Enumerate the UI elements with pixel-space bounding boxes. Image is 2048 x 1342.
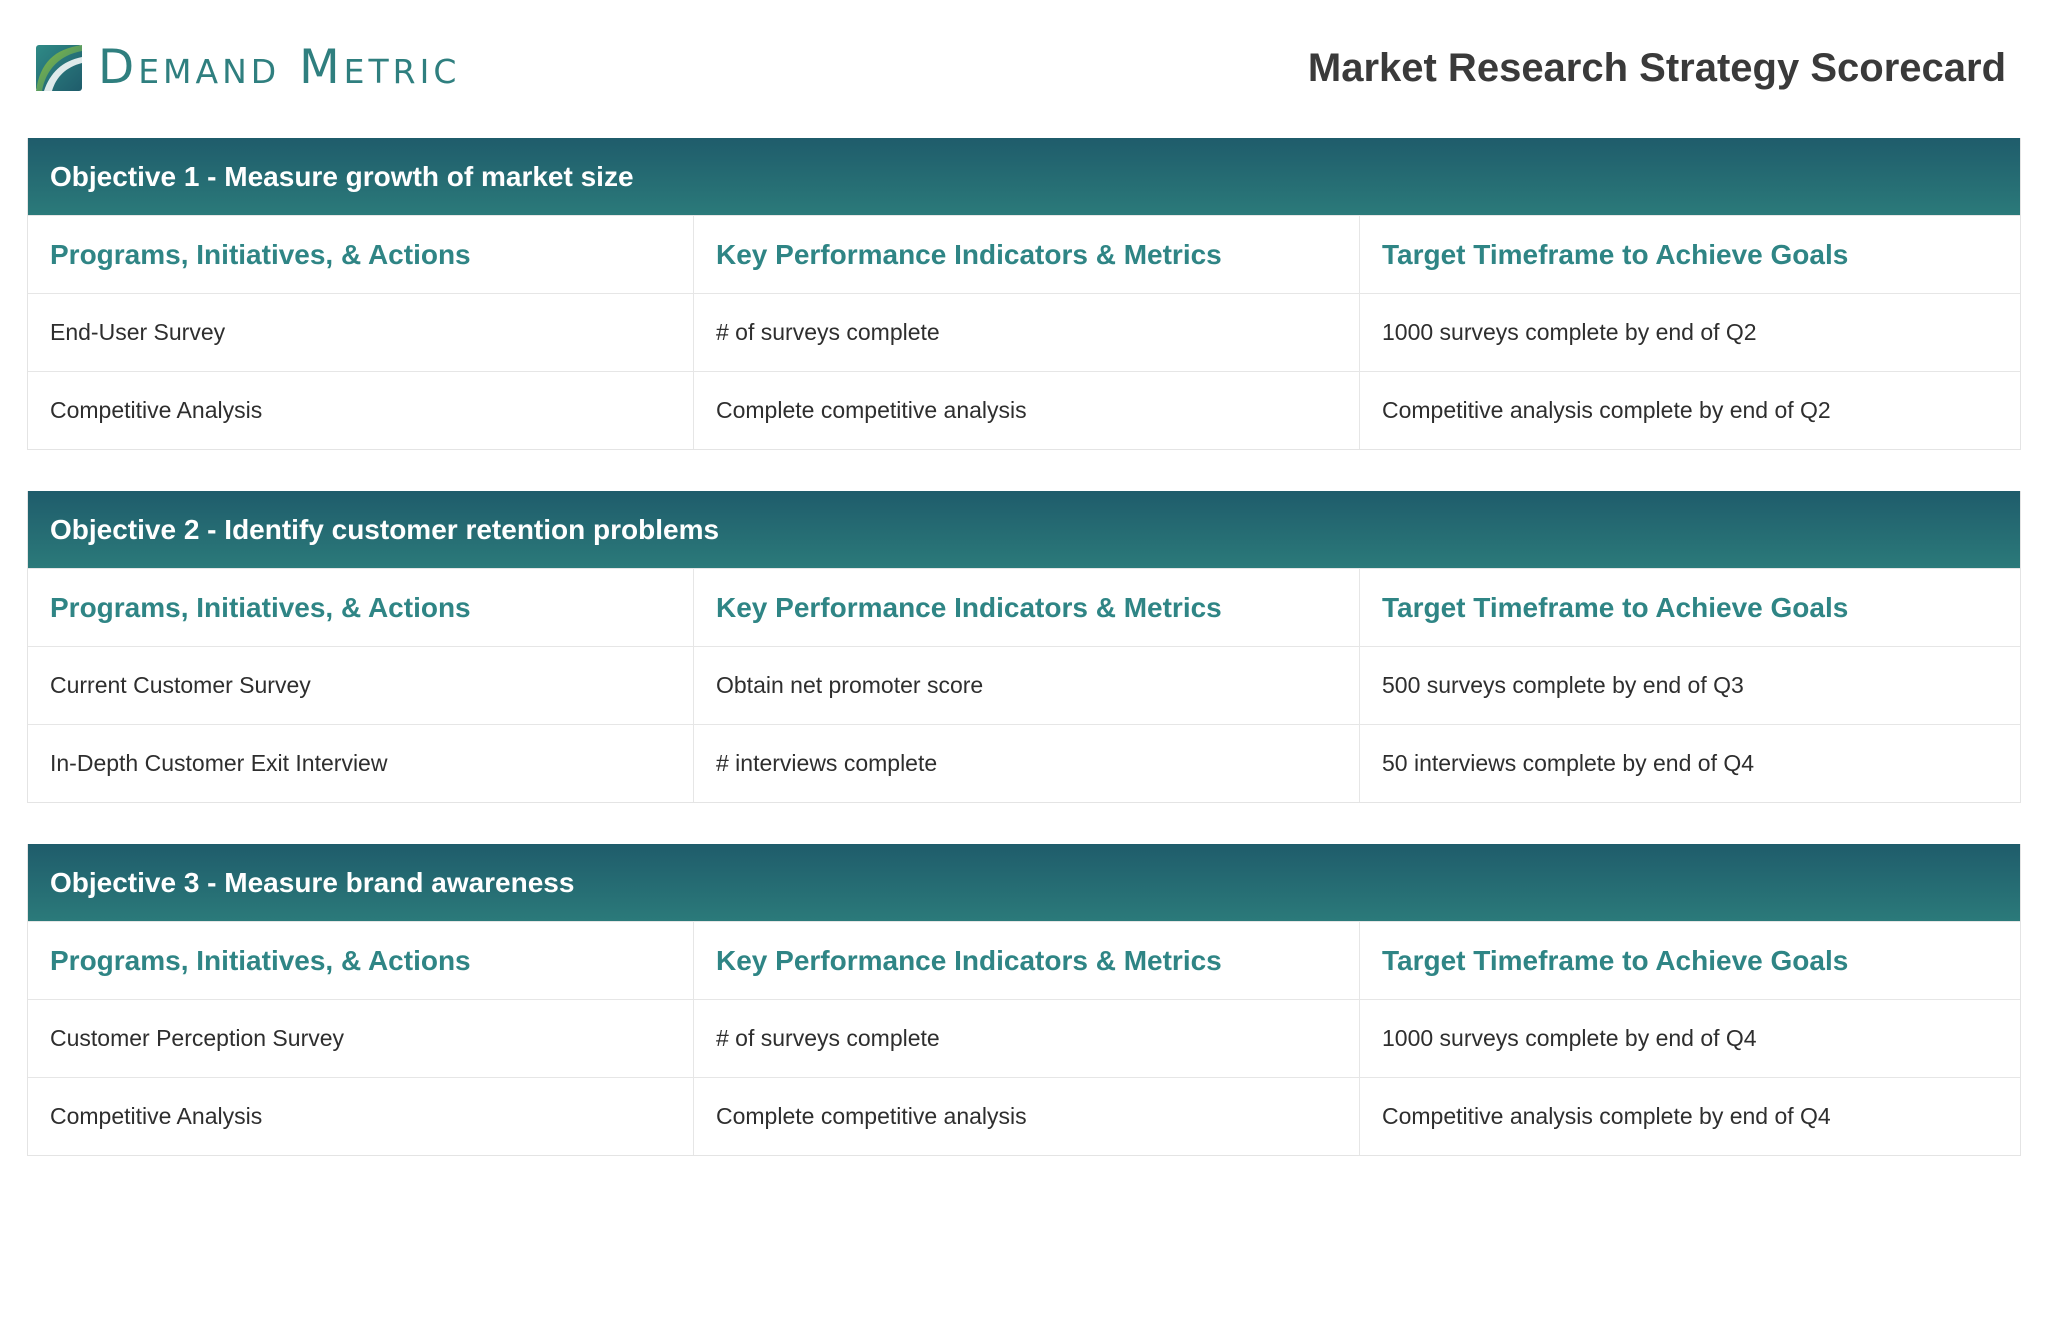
- objective-title: Objective 2 - Identify customer retentio…: [28, 491, 2020, 568]
- objective-2-table: Objective 2 - Identify customer retentio…: [27, 491, 2021, 803]
- objective-3-table: Objective 3 - Measure brand awareness Pr…: [27, 844, 2021, 1156]
- column-header-kpis: Key Performance Indicators & Metrics: [693, 922, 1359, 999]
- target-cell: Competitive analysis complete by end of …: [1359, 372, 2020, 449]
- target-cell: 50 interviews complete by end of Q4: [1359, 725, 2020, 802]
- program-cell: Competitive Analysis: [50, 397, 263, 423]
- target-cell: 1000 surveys complete by end of Q2: [1359, 294, 2020, 371]
- target-cell: 500 surveys complete by end of Q3: [1359, 647, 2020, 724]
- program-cell: Customer Perception Survey: [50, 1025, 345, 1051]
- column-header-row: Programs, Initiatives, & Actions Key Per…: [28, 215, 2020, 293]
- program-cell: End-User Survey: [50, 319, 226, 345]
- leaf-logo-icon: [36, 45, 82, 91]
- objective-1-table: Objective 1 - Measure growth of market s…: [27, 138, 2021, 450]
- column-header-programs: Programs, Initiatives, & Actions: [50, 944, 471, 976]
- page-title: Market Research Strategy Scorecard: [1307, 46, 2006, 90]
- kpi-cell: # interviews complete: [693, 725, 1359, 802]
- column-header-timeframe: Target Timeframe to Achieve Goals: [1359, 569, 2020, 646]
- table-row: In-Depth Customer Exit Interview # inter…: [28, 724, 2020, 802]
- column-header-kpis: Key Performance Indicators & Metrics: [693, 216, 1359, 293]
- column-header-row: Programs, Initiatives, & Actions Key Per…: [28, 568, 2020, 646]
- program-cell: In-Depth Customer Exit Interview: [50, 750, 388, 776]
- table-row: Customer Perception Survey # of surveys …: [28, 999, 2020, 1077]
- kpi-cell: # of surveys complete: [693, 294, 1359, 371]
- objective-title: Objective 1 - Measure growth of market s…: [28, 138, 2020, 215]
- brand-logo: Demand Metric: [34, 42, 460, 94]
- kpi-cell: Obtain net promoter score: [693, 647, 1359, 724]
- kpi-cell: Complete competitive analysis: [693, 1078, 1359, 1155]
- column-header-timeframe: Target Timeframe to Achieve Goals: [1359, 216, 2020, 293]
- program-cell: Competitive Analysis: [50, 1103, 263, 1129]
- kpi-cell: # of surveys complete: [693, 1000, 1359, 1077]
- table-row: End-User Survey # of surveys complete 10…: [28, 293, 2020, 371]
- table-row: Current Customer Survey Obtain net promo…: [28, 646, 2020, 724]
- column-header-kpis: Key Performance Indicators & Metrics: [693, 569, 1359, 646]
- column-header-programs: Programs, Initiatives, & Actions: [50, 591, 471, 623]
- objective-title: Objective 3 - Measure brand awareness: [28, 844, 2020, 921]
- table-row: Competitive Analysis Complete competitiv…: [28, 1077, 2020, 1155]
- column-header-timeframe: Target Timeframe to Achieve Goals: [1359, 922, 2020, 999]
- table-row: Competitive Analysis Complete competitiv…: [28, 371, 2020, 449]
- target-cell: 1000 surveys complete by end of Q4: [1359, 1000, 2020, 1077]
- page-header: Demand Metric Market Research Strategy S…: [27, 0, 2021, 138]
- kpi-cell: Complete competitive analysis: [693, 372, 1359, 449]
- program-cell: Current Customer Survey: [50, 672, 311, 698]
- column-header-row: Programs, Initiatives, & Actions Key Per…: [28, 921, 2020, 999]
- column-header-programs: Programs, Initiatives, & Actions: [50, 238, 471, 270]
- scorecard-page: Demand Metric Market Research Strategy S…: [27, 0, 2021, 1342]
- brand-name: Demand Metric: [98, 40, 461, 95]
- target-cell: Competitive analysis complete by end of …: [1359, 1078, 2020, 1155]
